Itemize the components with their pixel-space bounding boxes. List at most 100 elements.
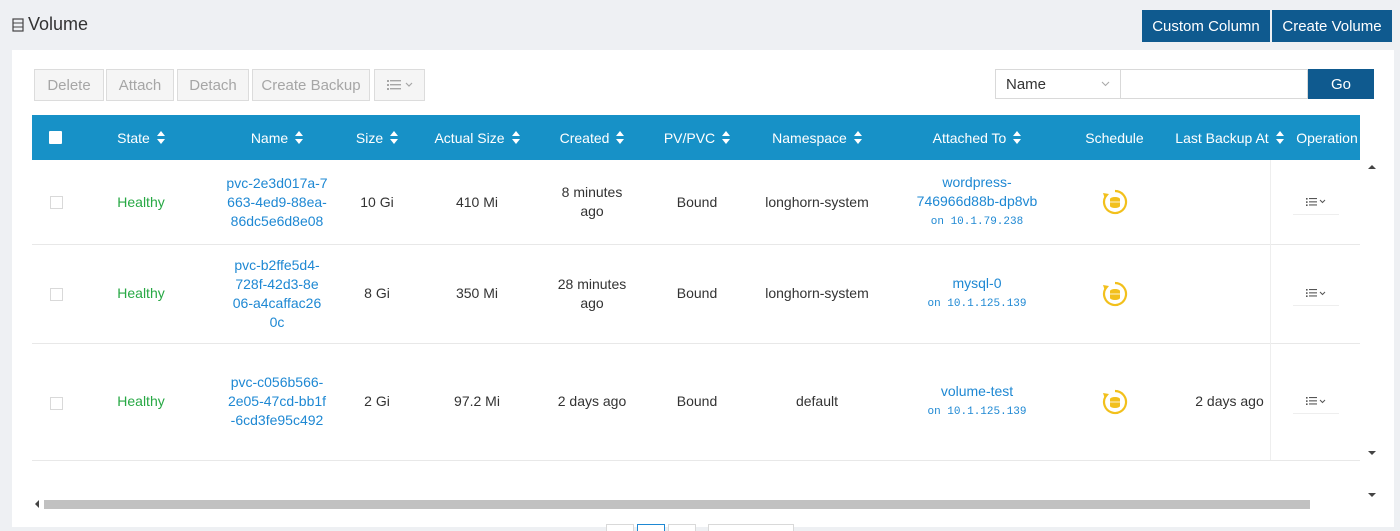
- col-actual-size[interactable]: Actual Size: [422, 115, 532, 160]
- col-size[interactable]: Size: [342, 115, 412, 160]
- last-backup-text: 2 days ago: [1195, 393, 1264, 409]
- sort-icon: [722, 131, 731, 144]
- table-row: Healthy pvc-b2ffe5d4-728f-42d3-8e06-a4ca…: [32, 244, 1360, 344]
- col-state[interactable]: State: [96, 115, 186, 160]
- sort-icon: [295, 131, 304, 144]
- select-all-checkbox[interactable]: [49, 131, 62, 144]
- col-schedule: Schedule: [1062, 115, 1167, 160]
- recurring-job-icon[interactable]: [1102, 281, 1128, 307]
- col-pv-pvc[interactable]: PV/PVC: [642, 115, 752, 160]
- col-created-label: Created: [559, 129, 610, 146]
- pv-pvc-text: Bound: [676, 285, 718, 301]
- table-row: Healthy pvc-2e3d017a-7663-4ed9-88ea-86dc…: [32, 160, 1360, 245]
- operation-cell: [1270, 244, 1361, 343]
- table-row: Healthy pvc-c056b566-2e05-47cd-bb1f-6cd3…: [32, 343, 1360, 461]
- page-title: Volume: [12, 14, 88, 35]
- volume-name-link[interactable]: pvc-c056b566-2e05-47cd-bb1f-6cd3fe95c492: [227, 373, 327, 430]
- attached-to-link[interactable]: volume-test: [941, 382, 1013, 401]
- col-state-label: State: [117, 129, 150, 146]
- col-attached-to[interactable]: Attached To: [902, 115, 1052, 160]
- list-menu-icon: [1306, 197, 1317, 206]
- state-text: Healthy: [117, 393, 165, 409]
- row-checkbox[interactable]: [50, 196, 63, 209]
- volume-name-link[interactable]: pvc-2e3d017a-7663-4ed9-88ea-86dc5e6d8e08: [225, 174, 329, 231]
- bulk-menu-button[interactable]: [374, 69, 425, 101]
- operation-cell: [1270, 343, 1361, 460]
- namespace-text: longhorn-system: [765, 285, 869, 301]
- col-last-backup[interactable]: Last Backup At: [1167, 115, 1292, 160]
- size-text: 8 Gi: [364, 285, 390, 301]
- actual-size-text: 350 Mi: [455, 285, 499, 301]
- horizontal-scrollbar[interactable]: [32, 496, 1372, 512]
- col-actual-size-label: Actual Size: [434, 129, 505, 146]
- operation-cell: [1270, 160, 1361, 244]
- create-volume-button[interactable]: Create Volume: [1272, 10, 1392, 42]
- chevron-down-icon: [1101, 81, 1110, 87]
- col-namespace[interactable]: Namespace: [747, 115, 887, 160]
- operation-menu-button[interactable]: [1293, 389, 1339, 414]
- pagination-current[interactable]: [637, 524, 665, 531]
- col-name-label: Name: [250, 129, 289, 146]
- attached-ip-text: on 10.1.125.139: [927, 297, 1027, 310]
- attached-to-link[interactable]: wordpress-746966d88b-dp8vb: [902, 173, 1052, 211]
- operation-menu-button[interactable]: [1293, 281, 1339, 306]
- actual-size-text: 410 Mi: [455, 193, 499, 210]
- col-last-backup-label: Last Backup At: [1175, 129, 1269, 146]
- page-title-text: Volume: [28, 14, 89, 34]
- volume-name-link[interactable]: pvc-b2ffe5d4-728f-42d3-8e06-a4caffac260c: [232, 256, 322, 332]
- page-size-select[interactable]: [708, 524, 794, 531]
- size-text: 10 Gi: [360, 193, 394, 210]
- state-text: Healthy: [117, 193, 165, 210]
- pv-pvc-text: Bound: [676, 393, 718, 409]
- attached-ip-text: on 10.1.125.139: [927, 405, 1027, 418]
- vertical-scrollbar[interactable]: [1364, 160, 1380, 503]
- operation-menu-button[interactable]: [1293, 190, 1339, 215]
- attach-button[interactable]: Attach: [106, 69, 174, 101]
- sort-icon: [156, 131, 165, 144]
- detach-button[interactable]: Detach: [177, 69, 249, 101]
- namespace-text: longhorn-system: [765, 193, 869, 210]
- recurring-job-icon[interactable]: [1102, 389, 1128, 415]
- pagination-prev[interactable]: [606, 524, 634, 531]
- chevron-down-icon: [1319, 199, 1326, 204]
- row-checkbox[interactable]: [50, 397, 63, 410]
- sort-icon: [511, 131, 520, 144]
- scroll-down-icon[interactable]: [1364, 490, 1380, 500]
- list-menu-icon: [1306, 289, 1317, 297]
- sort-icon: [1013, 131, 1022, 144]
- created-text: 2 days ago: [557, 393, 627, 409]
- search-field-select[interactable]: Name: [995, 69, 1121, 99]
- col-namespace-label: Namespace: [772, 129, 847, 146]
- chevron-down-icon: [1319, 399, 1326, 403]
- list-icon: [12, 17, 24, 32]
- attached-ip-text: on 10.1.79.238: [930, 215, 1024, 228]
- namespace-text: default: [795, 393, 839, 409]
- table-header: State Name Size Actual Size Created PV/P…: [32, 115, 1360, 160]
- recurring-job-icon[interactable]: [1102, 189, 1128, 215]
- pagination-next[interactable]: [668, 524, 696, 531]
- row-checkbox[interactable]: [50, 288, 63, 301]
- chevron-down-icon: [1319, 291, 1326, 295]
- custom-column-button[interactable]: Custom Column: [1142, 10, 1270, 42]
- col-operation: Operation: [1292, 115, 1362, 160]
- sort-icon: [1275, 131, 1284, 144]
- actual-size-text: 97.2 Mi: [454, 393, 500, 409]
- col-name[interactable]: Name: [217, 115, 337, 160]
- size-text: 2 Gi: [364, 393, 390, 409]
- volume-panel: Delete Attach Detach Create Backup Name …: [12, 50, 1394, 531]
- scroll-down-icon[interactable]: [1364, 448, 1380, 458]
- search-input[interactable]: [1121, 69, 1308, 99]
- create-backup-button[interactable]: Create Backup: [252, 69, 370, 101]
- sort-icon: [853, 131, 862, 144]
- col-created[interactable]: Created: [537, 115, 647, 160]
- delete-button[interactable]: Delete: [34, 69, 104, 101]
- horizontal-scroll-thumb[interactable]: [44, 500, 1310, 509]
- go-button[interactable]: Go: [1308, 69, 1374, 99]
- attached-to-link[interactable]: mysql-0: [952, 274, 1001, 293]
- col-size-label: Size: [355, 129, 384, 146]
- list-menu-icon: [1306, 397, 1317, 405]
- scroll-left-icon[interactable]: [32, 496, 42, 512]
- scroll-up-icon[interactable]: [1364, 162, 1380, 172]
- sort-icon: [390, 131, 399, 144]
- col-operation-label: Operation: [1296, 129, 1358, 146]
